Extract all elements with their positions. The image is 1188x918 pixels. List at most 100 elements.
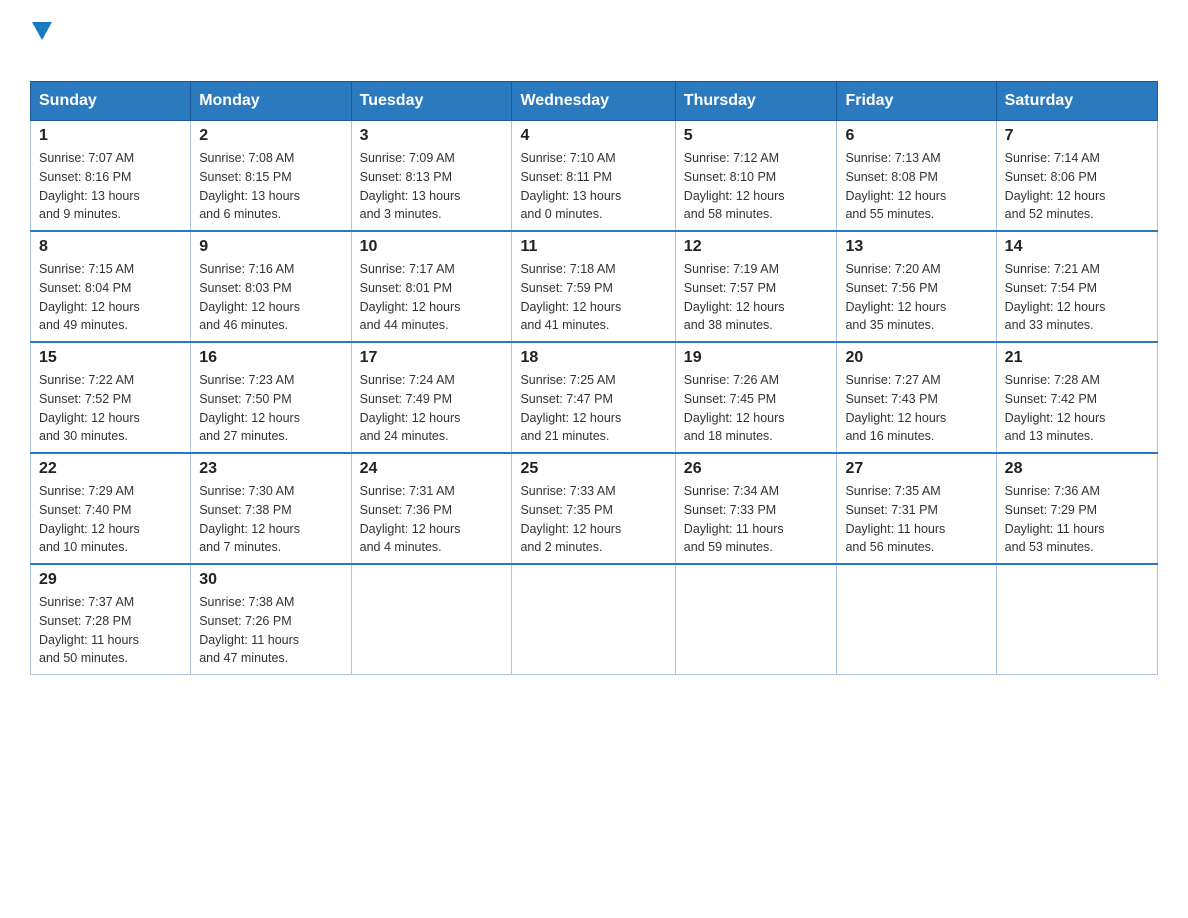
column-header-monday: Monday xyxy=(191,82,351,121)
calendar-day-cell: 2 Sunrise: 7:08 AMSunset: 8:15 PMDaylight… xyxy=(191,121,351,232)
day-info: Sunrise: 7:15 AMSunset: 8:04 PMDaylight:… xyxy=(39,260,182,335)
calendar-day-cell: 29 Sunrise: 7:37 AMSunset: 7:28 PMDayligh… xyxy=(31,564,191,675)
day-number: 13 xyxy=(845,238,987,256)
calendar-day-cell: 26 Sunrise: 7:34 AMSunset: 7:33 PMDayligh… xyxy=(675,453,837,564)
column-header-sunday: Sunday xyxy=(31,82,191,121)
calendar-day-cell: 18 Sunrise: 7:25 AMSunset: 7:47 PMDayligh… xyxy=(512,342,675,453)
calendar-day-cell: 10 Sunrise: 7:17 AMSunset: 8:01 PMDayligh… xyxy=(351,231,512,342)
day-info: Sunrise: 7:35 AMSunset: 7:31 PMDaylight:… xyxy=(845,482,987,557)
day-info: Sunrise: 7:37 AMSunset: 7:28 PMDaylight:… xyxy=(39,593,182,668)
day-info: Sunrise: 7:16 AMSunset: 8:03 PMDaylight:… xyxy=(199,260,342,335)
day-info: Sunrise: 7:10 AMSunset: 8:11 PMDaylight:… xyxy=(520,149,666,224)
day-number: 10 xyxy=(360,238,504,256)
day-info: Sunrise: 7:18 AMSunset: 7:59 PMDaylight:… xyxy=(520,260,666,335)
logo: General xyxy=(30,20,165,71)
day-number: 29 xyxy=(39,571,182,589)
calendar-day-cell: 13 Sunrise: 7:20 AMSunset: 7:56 PMDayligh… xyxy=(837,231,996,342)
day-number: 12 xyxy=(684,238,829,256)
calendar-day-cell: 9 Sunrise: 7:16 AMSunset: 8:03 PMDaylight… xyxy=(191,231,351,342)
day-number: 27 xyxy=(845,460,987,478)
day-number: 26 xyxy=(684,460,829,478)
calendar-day-cell: 21Sunrise: 7:28 AMSunset: 7:42 PMDayligh… xyxy=(996,342,1157,453)
calendar-day-cell: 16 Sunrise: 7:23 AMSunset: 7:50 PMDayligh… xyxy=(191,342,351,453)
day-info: Sunrise: 7:14 AMSunset: 8:06 PMDaylight:… xyxy=(1005,149,1149,224)
column-header-tuesday: Tuesday xyxy=(351,82,512,121)
column-header-saturday: Saturday xyxy=(996,82,1157,121)
day-number: 18 xyxy=(520,349,666,367)
day-info: Sunrise: 7:23 AMSunset: 7:50 PMDaylight:… xyxy=(199,371,342,446)
calendar-day-cell: 17Sunrise: 7:24 AMSunset: 7:49 PMDayligh… xyxy=(351,342,512,453)
day-number: 2 xyxy=(199,127,342,145)
calendar-day-cell: 5 Sunrise: 7:12 AMSunset: 8:10 PMDaylight… xyxy=(675,121,837,232)
calendar-day-cell: 12 Sunrise: 7:19 AMSunset: 7:57 PMDayligh… xyxy=(675,231,837,342)
day-info: Sunrise: 7:38 AMSunset: 7:26 PMDaylight:… xyxy=(199,593,342,668)
day-info: Sunrise: 7:26 AMSunset: 7:45 PMDaylight:… xyxy=(684,371,829,446)
day-info: Sunrise: 7:27 AMSunset: 7:43 PMDaylight:… xyxy=(845,371,987,446)
calendar-day-cell: 1 Sunrise: 7:07 AMSunset: 8:16 PMDaylight… xyxy=(31,121,191,232)
calendar-day-cell: 14 Sunrise: 7:21 AMSunset: 7:54 PMDayligh… xyxy=(996,231,1157,342)
day-info: Sunrise: 7:25 AMSunset: 7:47 PMDaylight:… xyxy=(520,371,666,446)
calendar-day-cell xyxy=(996,564,1157,675)
day-number: 25 xyxy=(520,460,666,478)
day-info: Sunrise: 7:28 AMSunset: 7:42 PMDaylight:… xyxy=(1005,371,1149,446)
day-number: 24 xyxy=(360,460,504,478)
day-info: Sunrise: 7:09 AMSunset: 8:13 PMDaylight:… xyxy=(360,149,504,224)
day-info: Sunrise: 7:36 AMSunset: 7:29 PMDaylight:… xyxy=(1005,482,1149,557)
calendar-day-cell: 3Sunrise: 7:09 AMSunset: 8:13 PMDaylight… xyxy=(351,121,512,232)
calendar-day-cell: 4 Sunrise: 7:10 AMSunset: 8:11 PMDaylight… xyxy=(512,121,675,232)
calendar-day-cell: 25 Sunrise: 7:33 AMSunset: 7:35 PMDayligh… xyxy=(512,453,675,564)
calendar-day-cell: 28 Sunrise: 7:36 AMSunset: 7:29 PMDayligh… xyxy=(996,453,1157,564)
day-info: Sunrise: 7:08 AMSunset: 8:15 PMDaylight:… xyxy=(199,149,342,224)
day-info: Sunrise: 7:12 AMSunset: 8:10 PMDaylight:… xyxy=(684,149,829,224)
day-number: 17 xyxy=(360,349,504,367)
calendar-day-cell xyxy=(351,564,512,675)
calendar-table: SundayMondayTuesdayWednesdayThursdayFrid… xyxy=(30,81,1158,675)
calendar-day-cell xyxy=(512,564,675,675)
day-number: 9 xyxy=(199,238,342,256)
logo-triangle-icon xyxy=(32,22,52,40)
day-number: 4 xyxy=(520,127,666,145)
day-info: Sunrise: 7:20 AMSunset: 7:56 PMDaylight:… xyxy=(845,260,987,335)
calendar-day-cell: 6Sunrise: 7:13 AMSunset: 8:08 PMDaylight… xyxy=(837,121,996,232)
day-info: Sunrise: 7:29 AMSunset: 7:40 PMDaylight:… xyxy=(39,482,182,557)
calendar-week-row: 15Sunrise: 7:22 AMSunset: 7:52 PMDayligh… xyxy=(31,342,1158,453)
day-number: 16 xyxy=(199,349,342,367)
day-number: 14 xyxy=(1005,238,1149,256)
calendar-week-row: 22 Sunrise: 7:29 AMSunset: 7:40 PMDayligh… xyxy=(31,453,1158,564)
day-number: 23 xyxy=(199,460,342,478)
day-number: 20 xyxy=(845,349,987,367)
column-header-friday: Friday xyxy=(837,82,996,121)
calendar-day-cell: 15Sunrise: 7:22 AMSunset: 7:52 PMDayligh… xyxy=(31,342,191,453)
calendar-day-cell: 30Sunrise: 7:38 AMSunset: 7:26 PMDayligh… xyxy=(191,564,351,675)
day-number: 8 xyxy=(39,238,182,256)
day-number: 11 xyxy=(520,238,666,256)
day-number: 5 xyxy=(684,127,829,145)
day-info: Sunrise: 7:34 AMSunset: 7:33 PMDaylight:… xyxy=(684,482,829,557)
day-info: Sunrise: 7:21 AMSunset: 7:54 PMDaylight:… xyxy=(1005,260,1149,335)
calendar-day-cell: 11 Sunrise: 7:18 AMSunset: 7:59 PMDayligh… xyxy=(512,231,675,342)
day-number: 7 xyxy=(1005,127,1149,145)
day-info: Sunrise: 7:13 AMSunset: 8:08 PMDaylight:… xyxy=(845,149,987,224)
day-number: 19 xyxy=(684,349,829,367)
day-info: Sunrise: 7:33 AMSunset: 7:35 PMDaylight:… xyxy=(520,482,666,557)
day-info: Sunrise: 7:17 AMSunset: 8:01 PMDaylight:… xyxy=(360,260,504,335)
calendar-day-cell: 19 Sunrise: 7:26 AMSunset: 7:45 PMDayligh… xyxy=(675,342,837,453)
day-info: Sunrise: 7:19 AMSunset: 7:57 PMDaylight:… xyxy=(684,260,829,335)
calendar-day-cell: 23 Sunrise: 7:30 AMSunset: 7:38 PMDayligh… xyxy=(191,453,351,564)
day-number: 15 xyxy=(39,349,182,367)
day-info: Sunrise: 7:30 AMSunset: 7:38 PMDaylight:… xyxy=(199,482,342,557)
calendar-week-row: 1 Sunrise: 7:07 AMSunset: 8:16 PMDaylight… xyxy=(31,121,1158,232)
day-number: 28 xyxy=(1005,460,1149,478)
day-info: Sunrise: 7:31 AMSunset: 7:36 PMDaylight:… xyxy=(360,482,504,557)
calendar-day-cell: 24 Sunrise: 7:31 AMSunset: 7:36 PMDayligh… xyxy=(351,453,512,564)
calendar-day-cell: 27 Sunrise: 7:35 AMSunset: 7:31 PMDayligh… xyxy=(837,453,996,564)
day-info: Sunrise: 7:07 AMSunset: 8:16 PMDaylight:… xyxy=(39,149,182,224)
page-header: General xyxy=(30,20,1158,71)
day-number: 1 xyxy=(39,127,182,145)
calendar-week-row: 8 Sunrise: 7:15 AMSunset: 8:04 PMDaylight… xyxy=(31,231,1158,342)
day-number: 22 xyxy=(39,460,182,478)
calendar-header-row: SundayMondayTuesdayWednesdayThursdayFrid… xyxy=(31,82,1158,121)
calendar-day-cell xyxy=(675,564,837,675)
column-header-thursday: Thursday xyxy=(675,82,837,121)
calendar-day-cell: 20 Sunrise: 7:27 AMSunset: 7:43 PMDayligh… xyxy=(837,342,996,453)
